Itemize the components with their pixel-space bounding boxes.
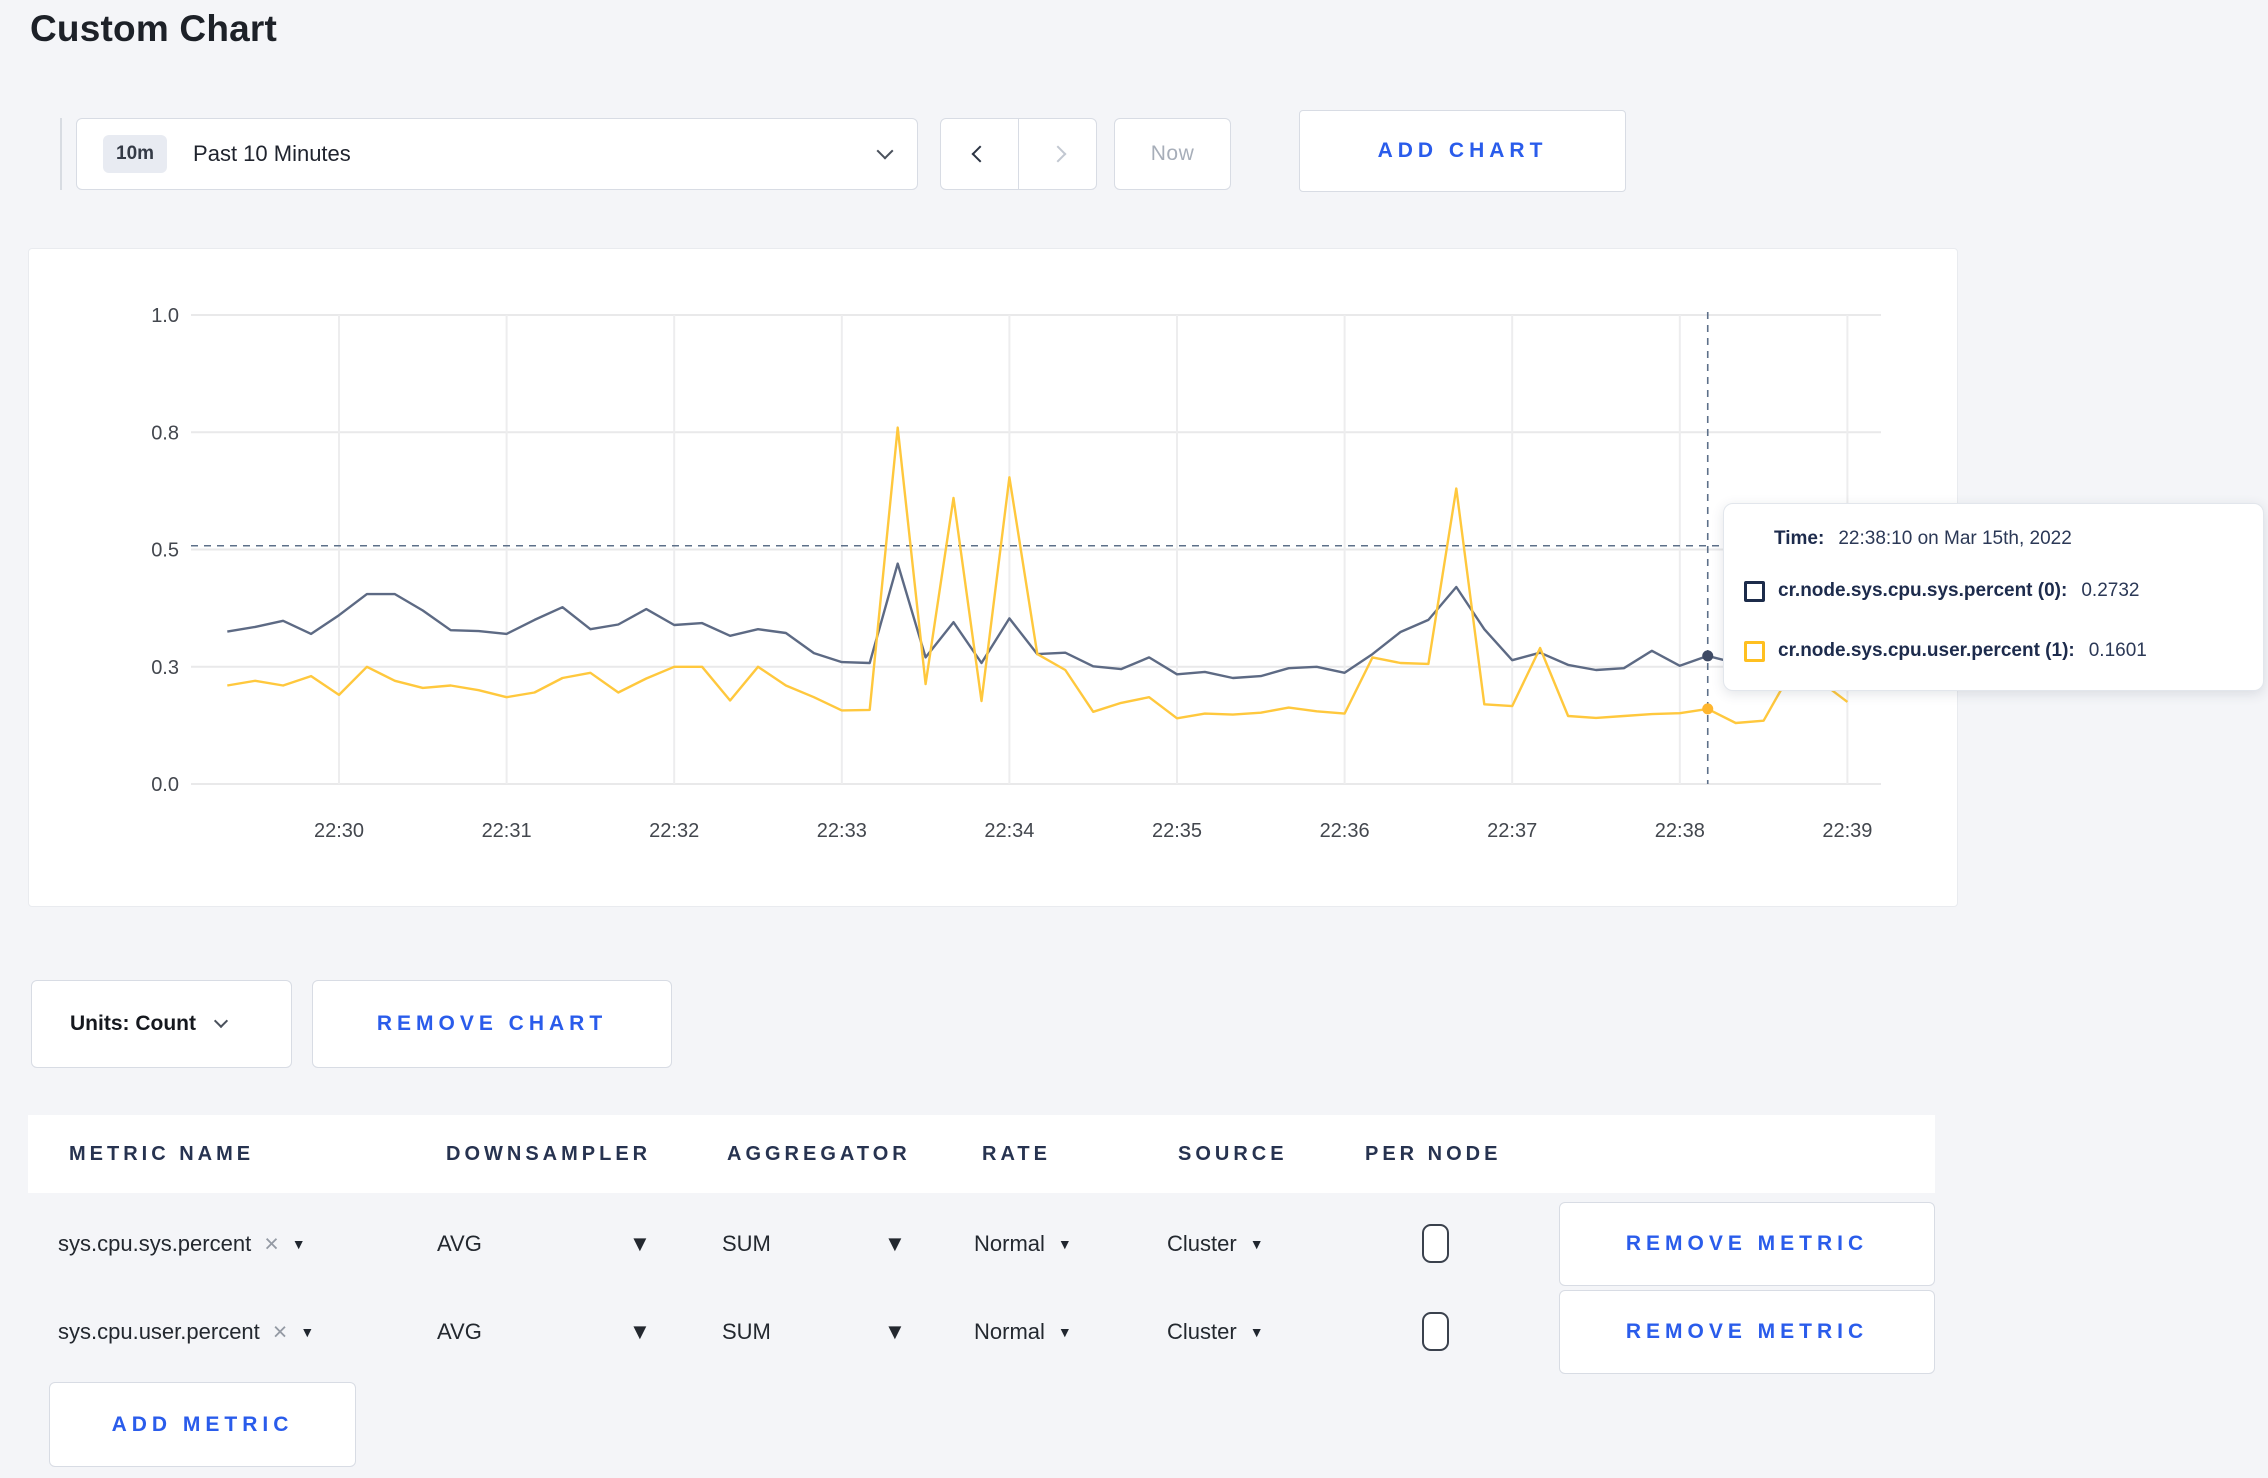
col-header-rate: RATE (982, 1143, 1051, 1165)
clear-metric-icon[interactable]: × (273, 1319, 288, 1345)
timeseries-chart[interactable]: 1.0 0.8 0.5 0.3 0.0 22:30 22:31 22:32 22:33 22:34… (29, 249, 1955, 904)
svg-text:22:35: 22:35 (1152, 820, 1202, 842)
dropdown-caret-icon: ▼ (1249, 1324, 1264, 1340)
time-range-badge: 10m (103, 135, 168, 173)
table-row: sys.cpu.sys.percent × ▼ AVG ▼ SUM ▼ Norm… (28, 1202, 1935, 1286)
chevron-left-icon (971, 145, 988, 163)
col-header-source: SOURCE (1178, 1143, 1288, 1165)
next-range-button[interactable] (1019, 119, 1096, 189)
time-range-label: Past 10 Minutes (193, 141, 351, 166)
downsampler-select[interactable]: AVG (437, 1290, 482, 1374)
svg-text:22:32: 22:32 (649, 820, 699, 842)
svg-text:22:34: 22:34 (984, 820, 1034, 842)
svg-text:22:36: 22:36 (1320, 820, 1370, 842)
svg-text:0.3: 0.3 (151, 657, 179, 679)
metrics-table-header: METRIC NAME DOWNSAMPLER AGGREGATOR RATE … (28, 1115, 1935, 1193)
now-button[interactable]: Now (1114, 118, 1231, 190)
table-row: sys.cpu.user.percent × ▼ AVG ▼ SUM ▼ Nor… (28, 1290, 1935, 1374)
add-chart-button[interactable]: ADD CHART (1299, 110, 1626, 192)
svg-text:22:38: 22:38 (1655, 820, 1705, 842)
aggregator-select[interactable]: SUM (722, 1290, 771, 1374)
clear-metric-icon[interactable]: × (264, 1231, 279, 1257)
dropdown-caret-icon: ▼ (1057, 1236, 1072, 1252)
series-swatch-icon (1744, 640, 1765, 662)
metric-name-select[interactable]: sys.cpu.sys.percent × ▼ (58, 1202, 306, 1286)
downsampler-select[interactable]: AVG (437, 1202, 482, 1286)
page-title: Custom Chart (30, 8, 278, 49)
dropdown-caret-icon: ▼ (300, 1324, 315, 1340)
col-header-aggregator: AGGREGATOR (727, 1143, 911, 1165)
time-nav-group (940, 118, 1097, 190)
col-header-per-node: PER NODE (1365, 1143, 1502, 1165)
svg-text:22:33: 22:33 (817, 820, 867, 842)
tooltip-series-value: 0.2732 (2081, 580, 2140, 601)
chart-tooltip: Time: 22:38:10 on Mar 15th, 2022 cr.node… (1723, 503, 2264, 691)
toolbar-divider (60, 118, 62, 190)
dropdown-caret-icon: ▼ (291, 1236, 306, 1252)
source-select[interactable]: Cluster ▼ (1167, 1290, 1264, 1374)
dropdown-caret-icon: ▼ (884, 1319, 906, 1344)
prev-range-button[interactable] (941, 119, 1019, 189)
tooltip-series-value: 0.1601 (2088, 640, 2147, 661)
dropdown-caret-icon: ▼ (629, 1319, 651, 1344)
tooltip-time-label: Time: (1774, 528, 1825, 549)
remove-metric-button[interactable]: REMOVE METRIC (1559, 1202, 1935, 1286)
chart-card: 1.0 0.8 0.5 0.3 0.0 22:30 22:31 22:32 22:33 22:34… (28, 248, 1958, 907)
dropdown-caret-icon: ▼ (1249, 1236, 1264, 1252)
svg-text:0.5: 0.5 (151, 540, 179, 562)
aggregator-select[interactable]: SUM (722, 1202, 771, 1286)
svg-text:0.8: 0.8 (151, 422, 179, 444)
time-range-select[interactable]: 10m Past 10 Minutes (76, 118, 918, 190)
chevron-right-icon (1049, 145, 1066, 163)
col-header-metric-name: METRIC NAME (69, 1143, 255, 1165)
custom-chart-page: { "page": { "title": "Custom Chart", "ac… (0, 0, 2268, 1478)
units-select[interactable]: Units: Count (31, 980, 292, 1068)
per-node-checkbox[interactable] (1422, 1312, 1449, 1351)
remove-metric-button[interactable]: REMOVE METRIC (1559, 1290, 1935, 1374)
svg-text:22:30: 22:30 (314, 820, 364, 842)
per-node-checkbox[interactable] (1422, 1224, 1449, 1263)
chevron-down-icon (213, 1013, 229, 1029)
remove-chart-button[interactable]: REMOVE CHART (312, 980, 672, 1068)
tooltip-time-value: 22:38:10 on Mar 15th, 2022 (1838, 528, 2072, 549)
rate-select[interactable]: Normal ▼ (974, 1290, 1072, 1374)
source-select[interactable]: Cluster ▼ (1167, 1202, 1264, 1286)
dropdown-caret-icon: ▼ (629, 1231, 651, 1256)
series-swatch-icon (1744, 580, 1765, 602)
chevron-down-icon (876, 142, 894, 160)
svg-text:0.0: 0.0 (151, 774, 179, 796)
col-header-downsampler: DOWNSAMPLER (446, 1143, 652, 1165)
add-metric-button[interactable]: ADD METRIC (49, 1382, 356, 1467)
rate-select[interactable]: Normal ▼ (974, 1202, 1072, 1286)
tooltip-series-label: cr.node.sys.cpu.user.percent (1): (1778, 640, 2075, 661)
dropdown-caret-icon: ▼ (884, 1231, 906, 1256)
svg-text:22:37: 22:37 (1487, 820, 1537, 842)
dropdown-caret-icon: ▼ (1057, 1324, 1072, 1340)
svg-text:22:39: 22:39 (1822, 820, 1872, 842)
svg-text:1.0: 1.0 (151, 305, 179, 327)
tooltip-series-label: cr.node.sys.cpu.sys.percent (0): (1778, 580, 2068, 601)
metric-name-select[interactable]: sys.cpu.user.percent × ▼ (58, 1290, 314, 1374)
svg-text:22:31: 22:31 (482, 820, 532, 842)
